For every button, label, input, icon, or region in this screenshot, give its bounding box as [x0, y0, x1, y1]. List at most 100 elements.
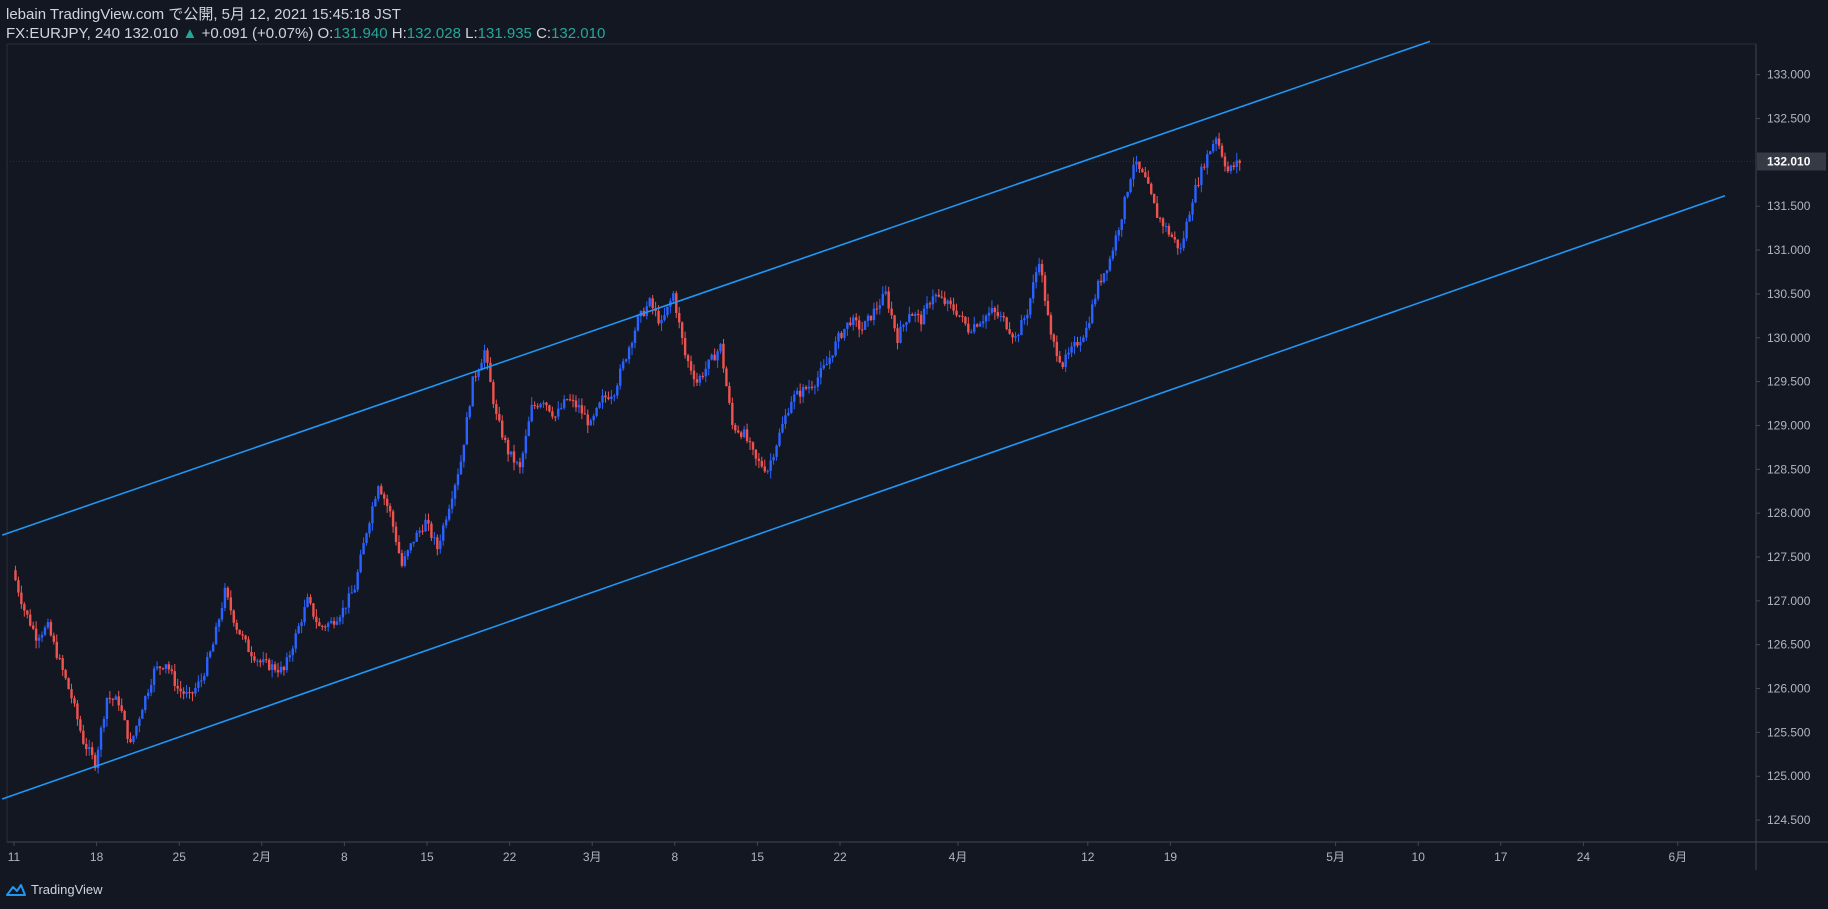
price-tick-label: 126.000: [1767, 682, 1811, 696]
price-tick-label: 133.000: [1767, 68, 1811, 82]
candle: [459, 461, 463, 475]
candle: [1023, 318, 1026, 321]
channel-line-upper: [1, 40, 1431, 536]
candle: [1152, 193, 1156, 204]
candle: [338, 617, 342, 622]
candle: [138, 718, 141, 726]
candle: [253, 656, 256, 661]
candle: [589, 420, 592, 426]
candle: [967, 323, 970, 333]
candle: [1173, 237, 1177, 240]
candle: [79, 719, 82, 731]
candle: [111, 698, 115, 700]
candle: [433, 537, 436, 539]
candle: [565, 399, 569, 401]
candle: [495, 404, 498, 414]
candle: [161, 668, 165, 670]
candle: [1102, 273, 1106, 283]
candle: [698, 375, 702, 383]
candle: [999, 315, 1002, 317]
candle: [415, 532, 418, 542]
candle: [506, 439, 510, 455]
candle: [884, 291, 887, 294]
candle: [1206, 154, 1209, 168]
candle: [259, 660, 262, 663]
candle: [144, 696, 147, 710]
candle: [465, 417, 469, 445]
candle: [1238, 160, 1241, 163]
candle: [1005, 317, 1008, 330]
candle: [418, 530, 421, 533]
candle: [34, 628, 38, 641]
candle: [899, 326, 902, 343]
price-tick-label: 127.500: [1767, 550, 1811, 564]
candle: [90, 747, 94, 755]
candle: [592, 415, 595, 421]
candle: [970, 331, 973, 333]
candle: [1111, 250, 1115, 259]
candle: [129, 738, 132, 743]
candle: [1211, 143, 1215, 152]
candle: [394, 526, 398, 543]
candle: [524, 435, 528, 454]
candle: [1070, 346, 1073, 353]
candle: [424, 519, 427, 532]
candle: [701, 375, 705, 377]
plot-frame: [6, 43, 1828, 870]
candle: [916, 313, 920, 315]
candle: [135, 725, 138, 736]
candle: [182, 691, 185, 694]
price-tick-label: 125.000: [1767, 769, 1811, 783]
candle: [1164, 225, 1168, 227]
candle: [471, 376, 474, 407]
candle: [344, 607, 348, 609]
candle: [217, 619, 221, 627]
candle: [1188, 214, 1191, 222]
price-axis[interactable]: 133.000 132.500 131.500 131.000 130.500 130.0…: [1756, 68, 1826, 827]
candle: [20, 592, 23, 605]
candle: [636, 316, 640, 331]
candle: [928, 303, 932, 305]
candle: [952, 304, 955, 311]
price-tick-label: 129.000: [1767, 418, 1811, 432]
candle: [1032, 282, 1035, 299]
candle: [447, 508, 451, 520]
price-tick-label: 125.500: [1767, 725, 1811, 739]
candle: [46, 622, 50, 628]
candle: [993, 307, 997, 313]
candle: [430, 523, 433, 538]
candle: [282, 666, 286, 671]
candle: [226, 587, 230, 598]
price-chart[interactable]: 133.000 132.500 131.500 131.000 130.500 130.0…: [0, 0, 1828, 909]
candle: [577, 405, 581, 408]
time-tick-label: 25: [173, 850, 187, 864]
candle: [813, 386, 817, 388]
candle: [64, 669, 67, 679]
candle: [981, 321, 985, 324]
candle: [29, 614, 32, 626]
candle: [1008, 329, 1011, 334]
candle: [586, 414, 589, 426]
candle: [619, 368, 622, 386]
candle: [462, 444, 466, 462]
candle: [1061, 362, 1064, 368]
candle: [412, 541, 415, 544]
candle: [919, 314, 923, 325]
candle: [790, 401, 793, 413]
time-axis[interactable]: 11 18 25 2月 8 15 22 3月 8 15 22 4月 12 19 5月 10 17 24 6月: [8, 842, 1687, 864]
tradingview-logo-icon: [6, 883, 26, 896]
candle: [911, 314, 914, 316]
candle: [70, 689, 73, 699]
time-tick-label: 18: [90, 850, 104, 864]
candle: [633, 330, 637, 343]
candle: [610, 396, 613, 400]
candle: [147, 692, 150, 697]
candle: [878, 305, 882, 309]
candle: [1185, 221, 1188, 239]
candle: [881, 293, 884, 306]
time-tick-label: 17: [1494, 850, 1508, 864]
candle: [863, 320, 867, 330]
candle: [545, 402, 548, 406]
candle: [825, 363, 828, 366]
candle: [837, 332, 840, 342]
